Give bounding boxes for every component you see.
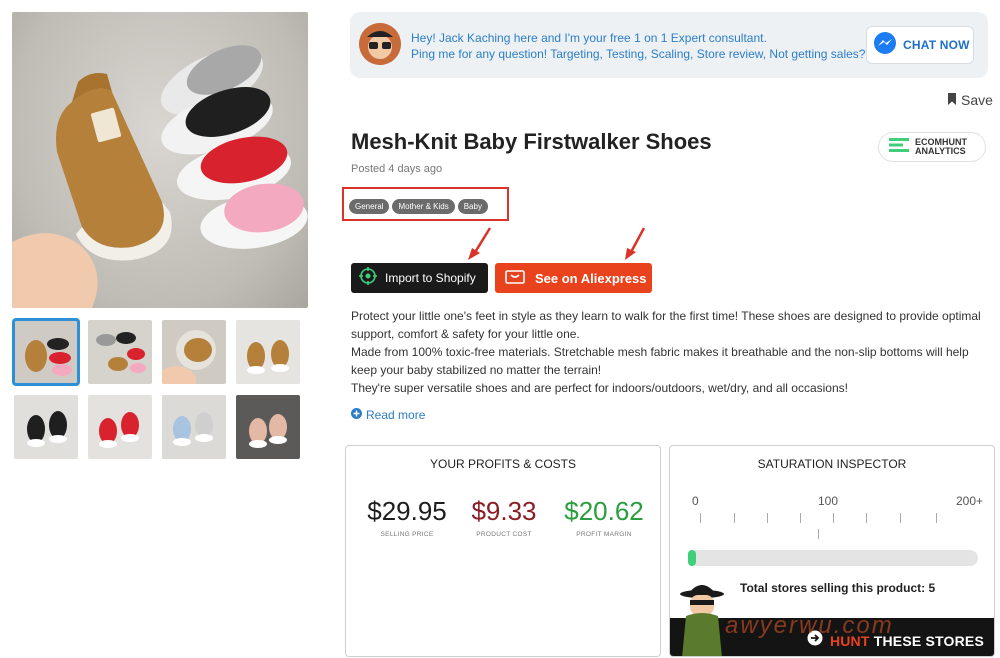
see-on-aliexpress-label: See on Aliexpress — [535, 270, 647, 286]
description-paragraph-1: Protect your little one's feet in style … — [351, 309, 981, 341]
chat-banner-text-line1: Hey! Jack Kaching here and I'm your free… — [411, 31, 767, 45]
chat-banner-text-line2: Ping me for any question! Targeting, Tes… — [411, 47, 866, 61]
product-cost-label: PRODUCT COST — [476, 531, 532, 538]
messenger-icon — [873, 31, 897, 60]
tag-general[interactable]: General — [349, 199, 390, 214]
aliexpress-bag-icon — [505, 268, 525, 289]
product-cost-block: $9.33 PRODUCT COST — [459, 496, 549, 538]
shopify-target-icon — [359, 266, 377, 290]
thumbnail-6[interactable] — [88, 395, 152, 459]
arrow-to-shopify — [468, 227, 492, 260]
import-to-shopify-label: Import to Shopify — [385, 271, 476, 285]
profits-card-title: YOUR PROFITS & COSTS — [429, 457, 576, 471]
thumbnail-3[interactable] — [162, 320, 226, 384]
scale-ticks — [700, 513, 940, 539]
scale-label-min: 0 — [692, 494, 699, 508]
saturation-bar-fill — [688, 550, 696, 566]
selling-price-block: $29.95 SELLING PRICE — [362, 496, 452, 538]
selling-price-value: $29.95 — [367, 496, 447, 526]
plus-circle-icon — [351, 408, 362, 422]
arrow-right-circle-icon — [807, 630, 823, 651]
see-on-aliexpress-button[interactable]: See on Aliexpress — [495, 263, 652, 293]
product-cost-value: $9.33 — [471, 496, 537, 526]
main-product-image — [12, 12, 308, 308]
product-title: Mesh-Knit Baby Firstwalker Shoes — [351, 129, 712, 154]
category-tags: General Mother & Kids Baby — [349, 199, 488, 214]
annotation-arrows — [468, 227, 646, 260]
scale-label-mid: 100 — [818, 494, 839, 508]
baby-shoes-photo — [12, 45, 308, 308]
thumbnail-strip — [12, 318, 310, 459]
tag-baby[interactable]: Baby — [457, 199, 488, 214]
profit-margin-label: PROFIT MARGIN — [576, 531, 632, 538]
description-paragraph-3: They're super versatile shoes and are pe… — [351, 381, 848, 395]
save-label: Save — [961, 92, 993, 108]
hunt-label-accent: HUNT — [829, 632, 870, 649]
hunt-these-stores-label: HUNT THESE STORES — [830, 633, 984, 649]
saturation-inspector-card: SATURATION INSPECTOR 0 100 200+ Total st… — [669, 445, 995, 657]
chat-now-button[interactable]: CHAT NOW — [866, 26, 974, 64]
detective-mascot — [680, 585, 724, 656]
profits-costs-card: YOUR PROFITS & COSTS $29.95 SELLING PRIC… — [345, 445, 661, 657]
saturation-card-title: SATURATION INSPECTOR — [757, 457, 907, 471]
read-more-link[interactable]: Read more — [351, 408, 425, 422]
consultant-avatar — [359, 23, 401, 65]
hunt-these-stores-button[interactable]: HUNT THESE STORES — [807, 630, 984, 651]
save-button[interactable]: Save — [947, 92, 993, 108]
bookmark-icon — [947, 92, 957, 108]
hunt-label-rest: THESE STORES — [873, 632, 984, 649]
selling-price-label: SELLING PRICE — [380, 531, 434, 538]
chat-now-label: CHAT NOW — [903, 38, 970, 52]
description-paragraph-2: Made from 100% toxic-free materials. Str… — [351, 345, 969, 377]
thumbnail-5[interactable] — [14, 395, 78, 459]
chat-banner: Hey! Jack Kaching here and I'm your free… — [350, 12, 988, 78]
ecomhunt-analytics-badge[interactable]: ECOMHUNT ANALYTICS — [878, 132, 986, 162]
ecomhunt-line2: ANALYTICS — [915, 146, 966, 156]
arrow-to-aliexpress — [625, 227, 646, 260]
posted-date: Posted 4 days ago — [351, 163, 443, 175]
tag-mother-kids[interactable]: Mother & Kids — [392, 199, 455, 214]
import-to-shopify-button[interactable]: Import to Shopify — [351, 263, 488, 293]
thumbnail-2[interactable] — [88, 320, 152, 384]
thumbnail-1[interactable] — [12, 318, 80, 386]
scale-label-max: 200+ — [956, 494, 984, 508]
thumbnail-8[interactable] — [236, 395, 300, 459]
profit-margin-value: $20.62 — [564, 496, 644, 526]
thumbnail-4[interactable] — [236, 320, 300, 384]
saturation-bar — [688, 550, 978, 566]
total-stores-text: Total stores selling this product: 5 — [740, 581, 936, 595]
thumbnail-7[interactable] — [162, 395, 226, 459]
profit-margin-block: $20.62 PROFIT MARGIN — [558, 496, 650, 538]
product-description: Protect your little one's feet in style … — [351, 307, 991, 397]
ecomhunt-logo-icon — [889, 137, 909, 157]
read-more-label: Read more — [366, 408, 426, 422]
